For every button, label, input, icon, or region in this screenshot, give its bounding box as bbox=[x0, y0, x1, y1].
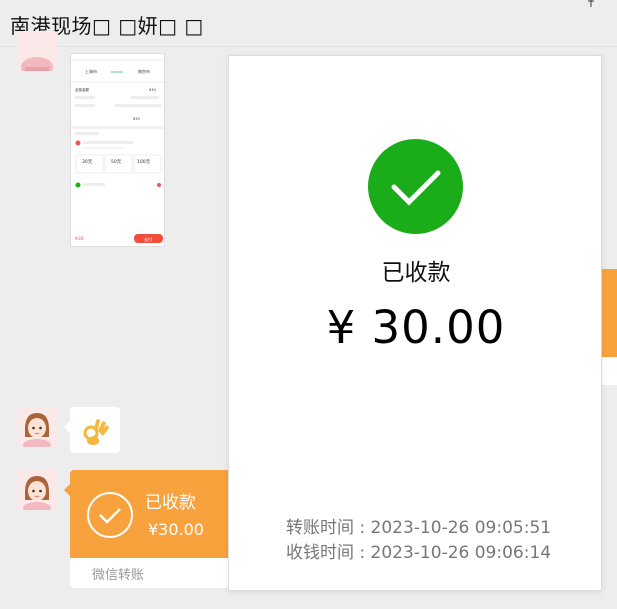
thumb-label-1: 全部金额 bbox=[75, 87, 89, 92]
transfer-footer: 微信转账 bbox=[92, 568, 145, 583]
thumb-amount-1: ¥30 bbox=[149, 88, 156, 92]
chat-header: 南港现场□ □妍□ □ bbox=[0, 0, 617, 46]
received-time: 收钱时间 : 2023-10-26 09:06:14 bbox=[286, 543, 552, 563]
transfer-card: 已收款 ¥30.00 bbox=[70, 470, 230, 558]
avatar[interactable] bbox=[17, 31, 57, 71]
pin-icon[interactable] bbox=[585, 0, 597, 8]
thumb-from-city: 上海市 bbox=[85, 68, 97, 74]
thumb-button: 支付 bbox=[144, 236, 152, 242]
thumb-option-3: 100元 bbox=[137, 159, 151, 165]
thumb-bottom-amount: ¥30 bbox=[75, 236, 84, 242]
screenshot-image[interactable]: 上海市 南京市 全部金额 ¥30 ¥30 30元 50元 100元 ¥30 支付 bbox=[70, 53, 165, 247]
thumb-total: ¥30 bbox=[133, 117, 140, 121]
receipt-popup: 已收款 ¥ 30.00 转账时间 : 2023-10-26 09:05:51 收… bbox=[228, 55, 602, 591]
sticker-message[interactable] bbox=[64, 407, 120, 453]
receipt-amount: ¥ 30.00 bbox=[326, 301, 506, 354]
transfer-message[interactable]: 已收款 ¥30.00 微信转账 bbox=[70, 470, 230, 588]
avatar[interactable] bbox=[17, 470, 57, 510]
header-divider bbox=[0, 46, 617, 47]
transfer-time: 转账时间 : 2023-10-26 09:05:51 bbox=[286, 518, 552, 538]
transfer-status: 已收款 bbox=[145, 493, 196, 513]
partial-bubble-footer bbox=[600, 357, 617, 385]
check-circle-icon bbox=[87, 492, 133, 538]
success-check-icon bbox=[368, 139, 463, 234]
avatar[interactable] bbox=[17, 407, 57, 447]
transfer-amount: ¥30.00 bbox=[148, 520, 204, 539]
ok-hand-icon bbox=[83, 419, 109, 445]
thumb-option-1: 30元 bbox=[82, 159, 93, 165]
thumb-option-2: 50元 bbox=[111, 159, 122, 165]
thumb-to-city: 南京市 bbox=[138, 68, 150, 74]
receipt-status: 已收款 bbox=[381, 260, 451, 286]
